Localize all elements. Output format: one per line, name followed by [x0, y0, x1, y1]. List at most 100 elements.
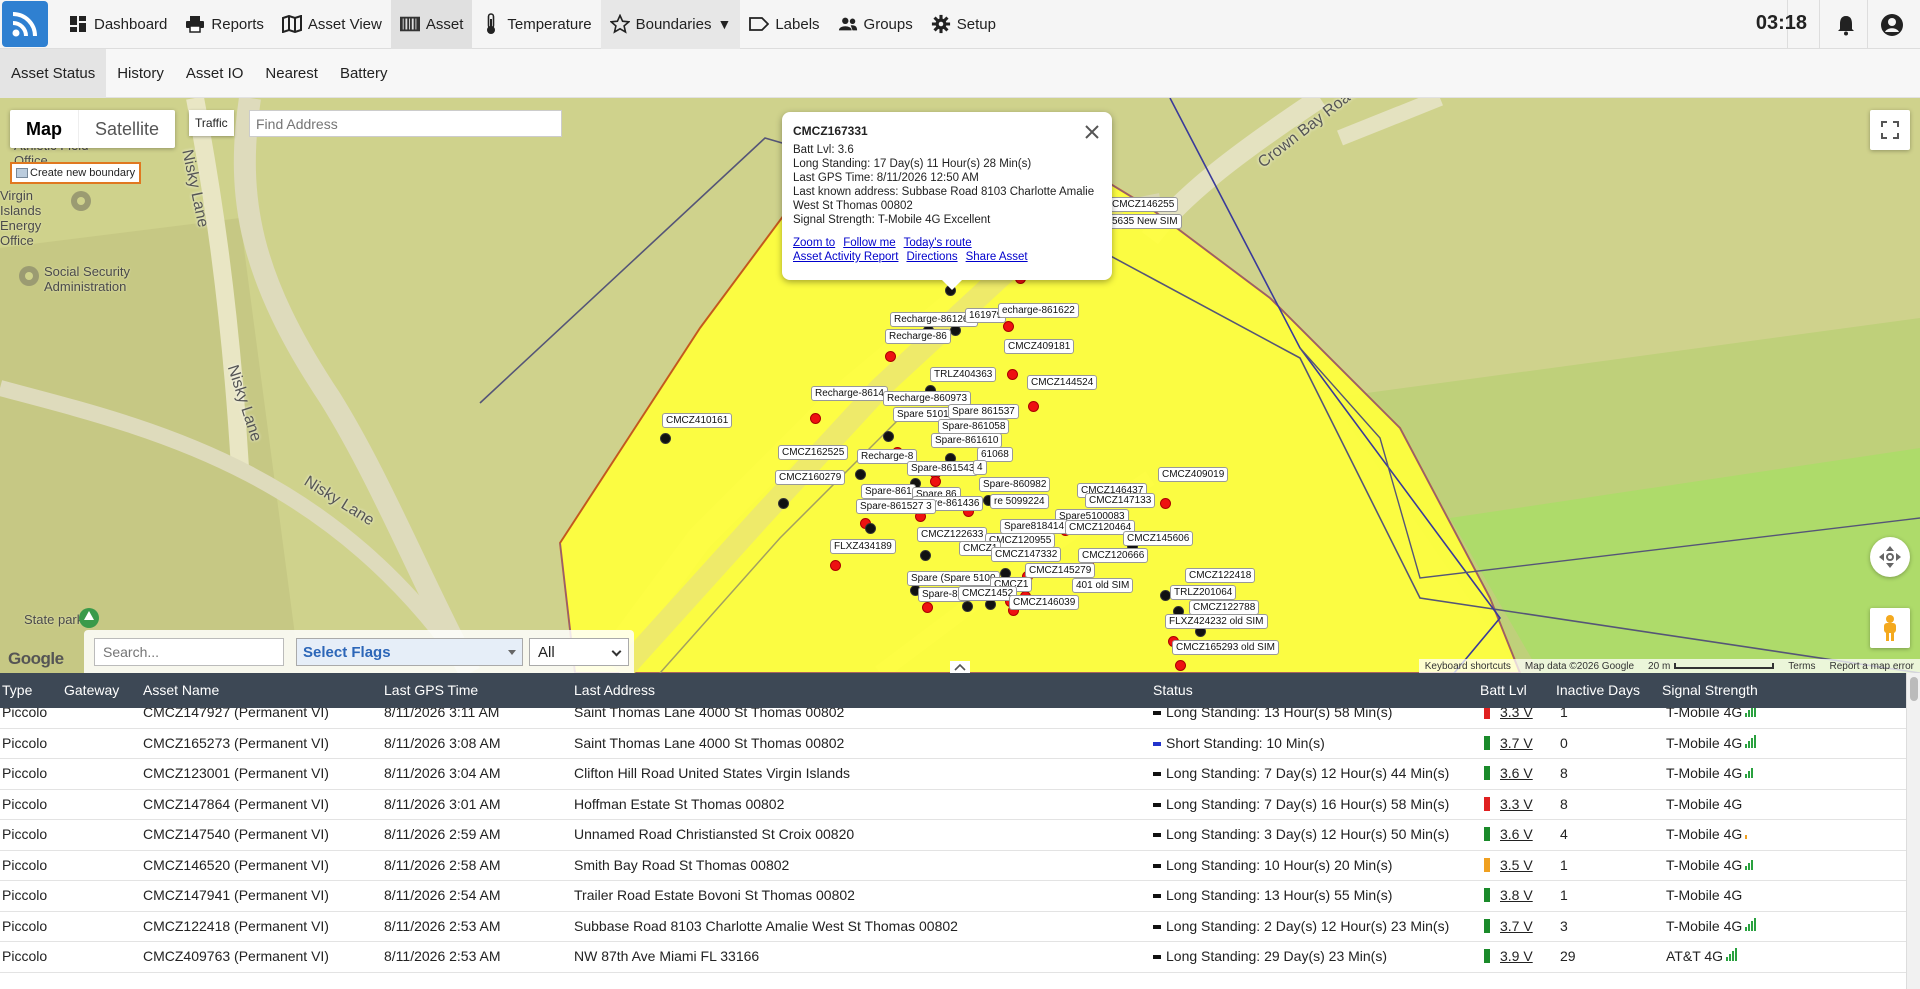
column-signal-strength[interactable]: Signal Strength: [1662, 682, 1758, 698]
asset-marker[interactable]: [883, 431, 894, 442]
nav-groups[interactable]: Groups: [829, 0, 922, 49]
nav-asset[interactable]: Asset: [390, 0, 473, 49]
asset-marker-label[interactable]: CMCZ409181: [1004, 339, 1075, 354]
asset-marker-label[interactable]: CMCZ165293 old SIM: [1172, 640, 1279, 655]
table-scrollbar[interactable]: [1906, 673, 1920, 989]
battery-value-link[interactable]: 3.7 V: [1500, 735, 1533, 751]
collapse-map-button[interactable]: [950, 661, 970, 673]
select-flags-dropdown[interactable]: Select Flags: [296, 638, 523, 666]
asset-marker[interactable]: [1003, 321, 1014, 332]
asset-marker-label[interactable]: 5635 New SIM: [1108, 214, 1182, 229]
nav-setup[interactable]: Setup: [922, 0, 1005, 49]
table-row[interactable]: Piccolo CMCZ409763 (Permanent VI) 8/11/202…: [0, 942, 1906, 973]
asset-marker[interactable]: [930, 476, 941, 487]
table-row[interactable]: Piccolo CMCZ147941 (Permanent VI) 8/11/202…: [0, 881, 1906, 912]
column-last-gps-time[interactable]: Last GPS Time: [384, 682, 478, 698]
column-type[interactable]: Type: [2, 682, 32, 698]
asset-marker-label[interactable]: CMCZ160279: [775, 470, 846, 485]
share-asset-link[interactable]: Share Asset: [966, 251, 1028, 263]
asset-marker-label[interactable]: CMCZ122633: [917, 527, 988, 542]
tab-battery[interactable]: Battery: [329, 49, 399, 98]
nav-labels[interactable]: Labels: [740, 0, 828, 49]
asset-marker[interactable]: [885, 351, 896, 362]
asset-marker-label[interactable]: re 5099224: [990, 494, 1049, 509]
asset-marker-label[interactable]: Spare-861527 3: [856, 499, 936, 514]
tab-asset-io[interactable]: Asset IO: [175, 49, 255, 98]
asset-marker-label[interactable]: CMCZ144524: [1027, 375, 1098, 390]
table-row[interactable]: Piccolo CMCZ122418 (Permanent VI) 8/11/202…: [0, 912, 1906, 942]
asset-search-input[interactable]: [94, 638, 284, 666]
asset-marker[interactable]: [830, 560, 841, 571]
follow-me-link[interactable]: Follow me: [843, 237, 895, 249]
report-error-link[interactable]: Report a map error: [1830, 661, 1914, 672]
asset-marker-label[interactable]: CMCZ162525: [778, 445, 849, 460]
tab-asset-status[interactable]: Asset Status: [0, 48, 107, 98]
asset-marker-label[interactable]: CMCZ409019: [1158, 467, 1229, 482]
camera-control-button[interactable]: [1870, 537, 1910, 577]
asset-marker[interactable]: [1007, 369, 1018, 380]
find-address-input[interactable]: [249, 110, 562, 137]
asset-marker[interactable]: [1175, 660, 1186, 671]
map-canvas[interactable]: Louis Ottenbe Athletic Field Office Virg…: [0, 98, 1920, 673]
asset-marker[interactable]: [660, 433, 671, 444]
battery-value-link[interactable]: 3.6 V: [1500, 826, 1533, 842]
activity-report-link[interactable]: Asset Activity Report: [793, 251, 898, 263]
asset-marker-label[interactable]: 401 old SIM: [1072, 578, 1134, 593]
close-icon[interactable]: [1084, 124, 1100, 140]
directions-link[interactable]: Directions: [906, 251, 957, 263]
column-batt-lvl[interactable]: Batt Lvl: [1480, 682, 1527, 698]
asset-marker[interactable]: [922, 602, 933, 613]
asset-marker-label[interactable]: CMCZ145279: [1025, 563, 1096, 578]
nav-temperature[interactable]: Temperature: [472, 0, 600, 49]
traffic-button[interactable]: Traffic: [189, 110, 234, 136]
table-row[interactable]: Piccolo CMCZ123001 (Permanent VI) 8/11/202…: [0, 759, 1906, 790]
asset-marker-label[interactable]: Recharge-8614: [811, 386, 888, 401]
asset-marker[interactable]: [1160, 498, 1171, 509]
battery-value-link[interactable]: 3.9 V: [1500, 948, 1533, 964]
bell-icon[interactable]: [1832, 11, 1860, 39]
map-type-map-button[interactable]: Map: [10, 110, 79, 148]
asset-marker-label[interactable]: Spare-860982: [979, 477, 1051, 492]
zoom-to-link[interactable]: Zoom to: [793, 237, 835, 249]
asset-marker-label[interactable]: CMCZ146255: [1108, 197, 1179, 212]
asset-marker[interactable]: [1028, 401, 1039, 412]
column-inactive-days[interactable]: Inactive Days: [1556, 682, 1640, 698]
asset-marker-label[interactable]: CMCZ145606: [1123, 531, 1194, 546]
battery-value-link[interactable]: 3.3 V: [1500, 796, 1533, 812]
battery-value-link[interactable]: 3.5 V: [1500, 857, 1533, 873]
table-row[interactable]: Piccolo CMCZ147864 (Permanent VI) 8/11/202…: [0, 790, 1906, 820]
asset-marker-label[interactable]: Recharge-86: [885, 329, 951, 344]
asset-marker[interactable]: [810, 413, 821, 424]
nav-boundaries[interactable]: Boundaries ▼: [600, 0, 741, 49]
battery-value-link[interactable]: 3.8 V: [1500, 887, 1533, 903]
asset-marker[interactable]: [865, 523, 876, 534]
nav-dashboard[interactable]: Dashboard: [59, 0, 176, 49]
asset-marker-label[interactable]: Spare (Spare 5100: [907, 571, 1000, 586]
asset-marker-label[interactable]: Spare-861543: [907, 461, 979, 476]
asset-marker-label[interactable]: Spare-861: [861, 484, 916, 499]
tab-history[interactable]: History: [106, 49, 175, 98]
create-boundary-button[interactable]: Create new boundary: [10, 162, 142, 184]
tab-nearest[interactable]: Nearest: [254, 49, 329, 98]
column-gateway[interactable]: Gateway: [64, 682, 119, 698]
app-logo[interactable]: [2, 1, 48, 47]
column-asset-name[interactable]: Asset Name: [143, 682, 219, 698]
asset-marker-label[interactable]: FLXZ434189: [830, 539, 896, 554]
map-type-satellite-button[interactable]: Satellite: [79, 110, 175, 148]
battery-value-link[interactable]: 3.3 V: [1500, 708, 1533, 720]
asset-marker-label[interactable]: CMCZ122418: [1185, 568, 1256, 583]
terms-link[interactable]: Terms: [1788, 661, 1815, 672]
asset-marker-label[interactable]: CMCZ147133: [1085, 493, 1156, 508]
asset-marker-label[interactable]: echarge-861622: [998, 303, 1079, 318]
street-view-button[interactable]: [1870, 608, 1910, 648]
asset-marker-label[interactable]: Spare-861058: [938, 419, 1010, 434]
asset-marker-label[interactable]: 4: [973, 460, 987, 475]
battery-value-link[interactable]: 3.7 V: [1500, 918, 1533, 934]
asset-marker[interactable]: [778, 498, 789, 509]
asset-marker-label[interactable]: Spare 861537: [948, 404, 1019, 419]
asset-marker-label[interactable]: Spare818414: [1000, 519, 1069, 534]
table-row[interactable]: Piccolo CMCZ147540 (Permanent VI) 8/11/202…: [0, 820, 1906, 851]
asset-marker-label[interactable]: TRLZ201064: [1170, 585, 1237, 600]
todays-route-link[interactable]: Today's route: [904, 237, 972, 249]
asset-marker-label[interactable]: CMCZ146039: [1009, 595, 1080, 610]
